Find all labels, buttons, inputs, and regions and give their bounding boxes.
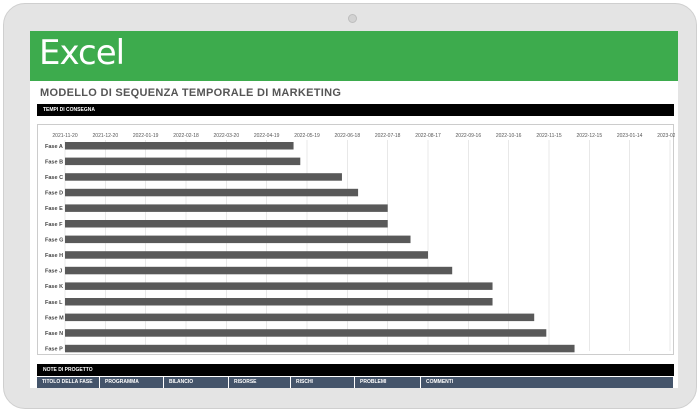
- notes-column-header: TITOLO DELLA FASE: [37, 377, 100, 388]
- x-tick-label: 2022-04-19: [254, 133, 280, 139]
- category-label: Fase P: [45, 347, 63, 353]
- category-label: Fase H: [45, 253, 63, 259]
- category-label: Fase K: [45, 284, 63, 290]
- timeline-bar: [65, 329, 547, 337]
- notes-column-header: RISCHI: [291, 377, 355, 388]
- notes-column-header: COMMENTI: [421, 377, 674, 388]
- timeline-bar: [65, 298, 493, 306]
- x-tick-label: 2022-08-17: [415, 133, 441, 139]
- timeline-bar: [65, 173, 342, 181]
- timeline-bar: [65, 157, 301, 166]
- timeline-bar: [65, 344, 575, 353]
- x-tick-label: 2023-02-13: [657, 133, 675, 139]
- x-tick-label: 2023-01-14: [617, 133, 643, 139]
- x-tick-label: 2022-10-16: [496, 133, 522, 139]
- x-tick-label: 2022-11-15: [536, 133, 561, 139]
- timeline-bar: [65, 251, 428, 259]
- timeline-bar: [65, 313, 535, 322]
- page-title: MODELLO DI SEQUENZA TEMPORALE DI MARKETI…: [40, 87, 342, 99]
- category-label: Fase J: [45, 269, 62, 275]
- category-label: Fase M: [45, 315, 64, 321]
- timeline-bar: [65, 282, 493, 290]
- x-tick-label: 2022-09-16: [456, 133, 482, 139]
- category-label: Fase N: [45, 331, 63, 337]
- timeline-chart: 2021-11-20 2021-12-20 2022-01-19 2022-02-18…: [37, 124, 675, 355]
- x-tick-label: 2022-12-15: [577, 133, 603, 139]
- excel-banner: Excel: [30, 31, 678, 81]
- timeline-bar: [65, 142, 294, 150]
- notes-column-header: PROBLEMI: [355, 377, 421, 388]
- category-label: Fase L: [45, 300, 63, 306]
- x-tick-label: 2022-07-18: [375, 133, 401, 139]
- timeline-bar: [65, 204, 388, 212]
- category-label: Fase B: [45, 159, 63, 165]
- timeline-bar: [65, 220, 388, 228]
- camera-dot: [348, 14, 357, 23]
- timeline-section-header: TEMPI DI CONSEGNA: [37, 104, 674, 116]
- timeline-chart-svg: 2021-11-20 2021-12-20 2022-01-19 2022-02-18…: [45, 133, 675, 353]
- banner-title: Excel: [39, 33, 125, 73]
- x-tick-label: 2022-05-19: [294, 133, 320, 139]
- timeline-bar: [65, 188, 359, 197]
- category-label: Fase A: [45, 144, 63, 150]
- category-label: Fase E: [45, 206, 63, 212]
- category-label: Fase C: [45, 175, 63, 181]
- x-tick-label: 2022-01-19: [133, 133, 159, 139]
- timeline-bar: [65, 266, 453, 275]
- category-label: Fase F: [45, 222, 63, 228]
- x-tick-label: 2021-12-20: [93, 133, 119, 139]
- screen: Excel MODELLO DI SEQUENZA TEMPORALE DI M…: [30, 31, 678, 388]
- category-label: Fase G: [45, 237, 63, 243]
- notes-section-header: NOTE DI PROGETTO: [37, 364, 674, 376]
- notes-table-header: TITOLO DELLA FASE PROGRAMMA BILANCIO RISORS…: [37, 377, 674, 388]
- notes-column-header: PROGRAMMA: [100, 377, 164, 388]
- notes-column-header: RISORSE: [229, 377, 291, 388]
- x-tick-label: 2021-11-20: [52, 133, 77, 139]
- x-tick-label: 2022-02-18: [173, 133, 199, 139]
- x-tick-label: 2022-06-18: [335, 133, 361, 139]
- tablet-frame: Excel MODELLO DI SEQUENZA TEMPORALE DI M…: [3, 3, 697, 409]
- timeline-bar: [65, 235, 411, 244]
- notes-column-header: BILANCIO: [164, 377, 229, 388]
- category-label: Fase D: [45, 191, 63, 197]
- x-tick-label: 2022-03-20: [214, 133, 240, 139]
